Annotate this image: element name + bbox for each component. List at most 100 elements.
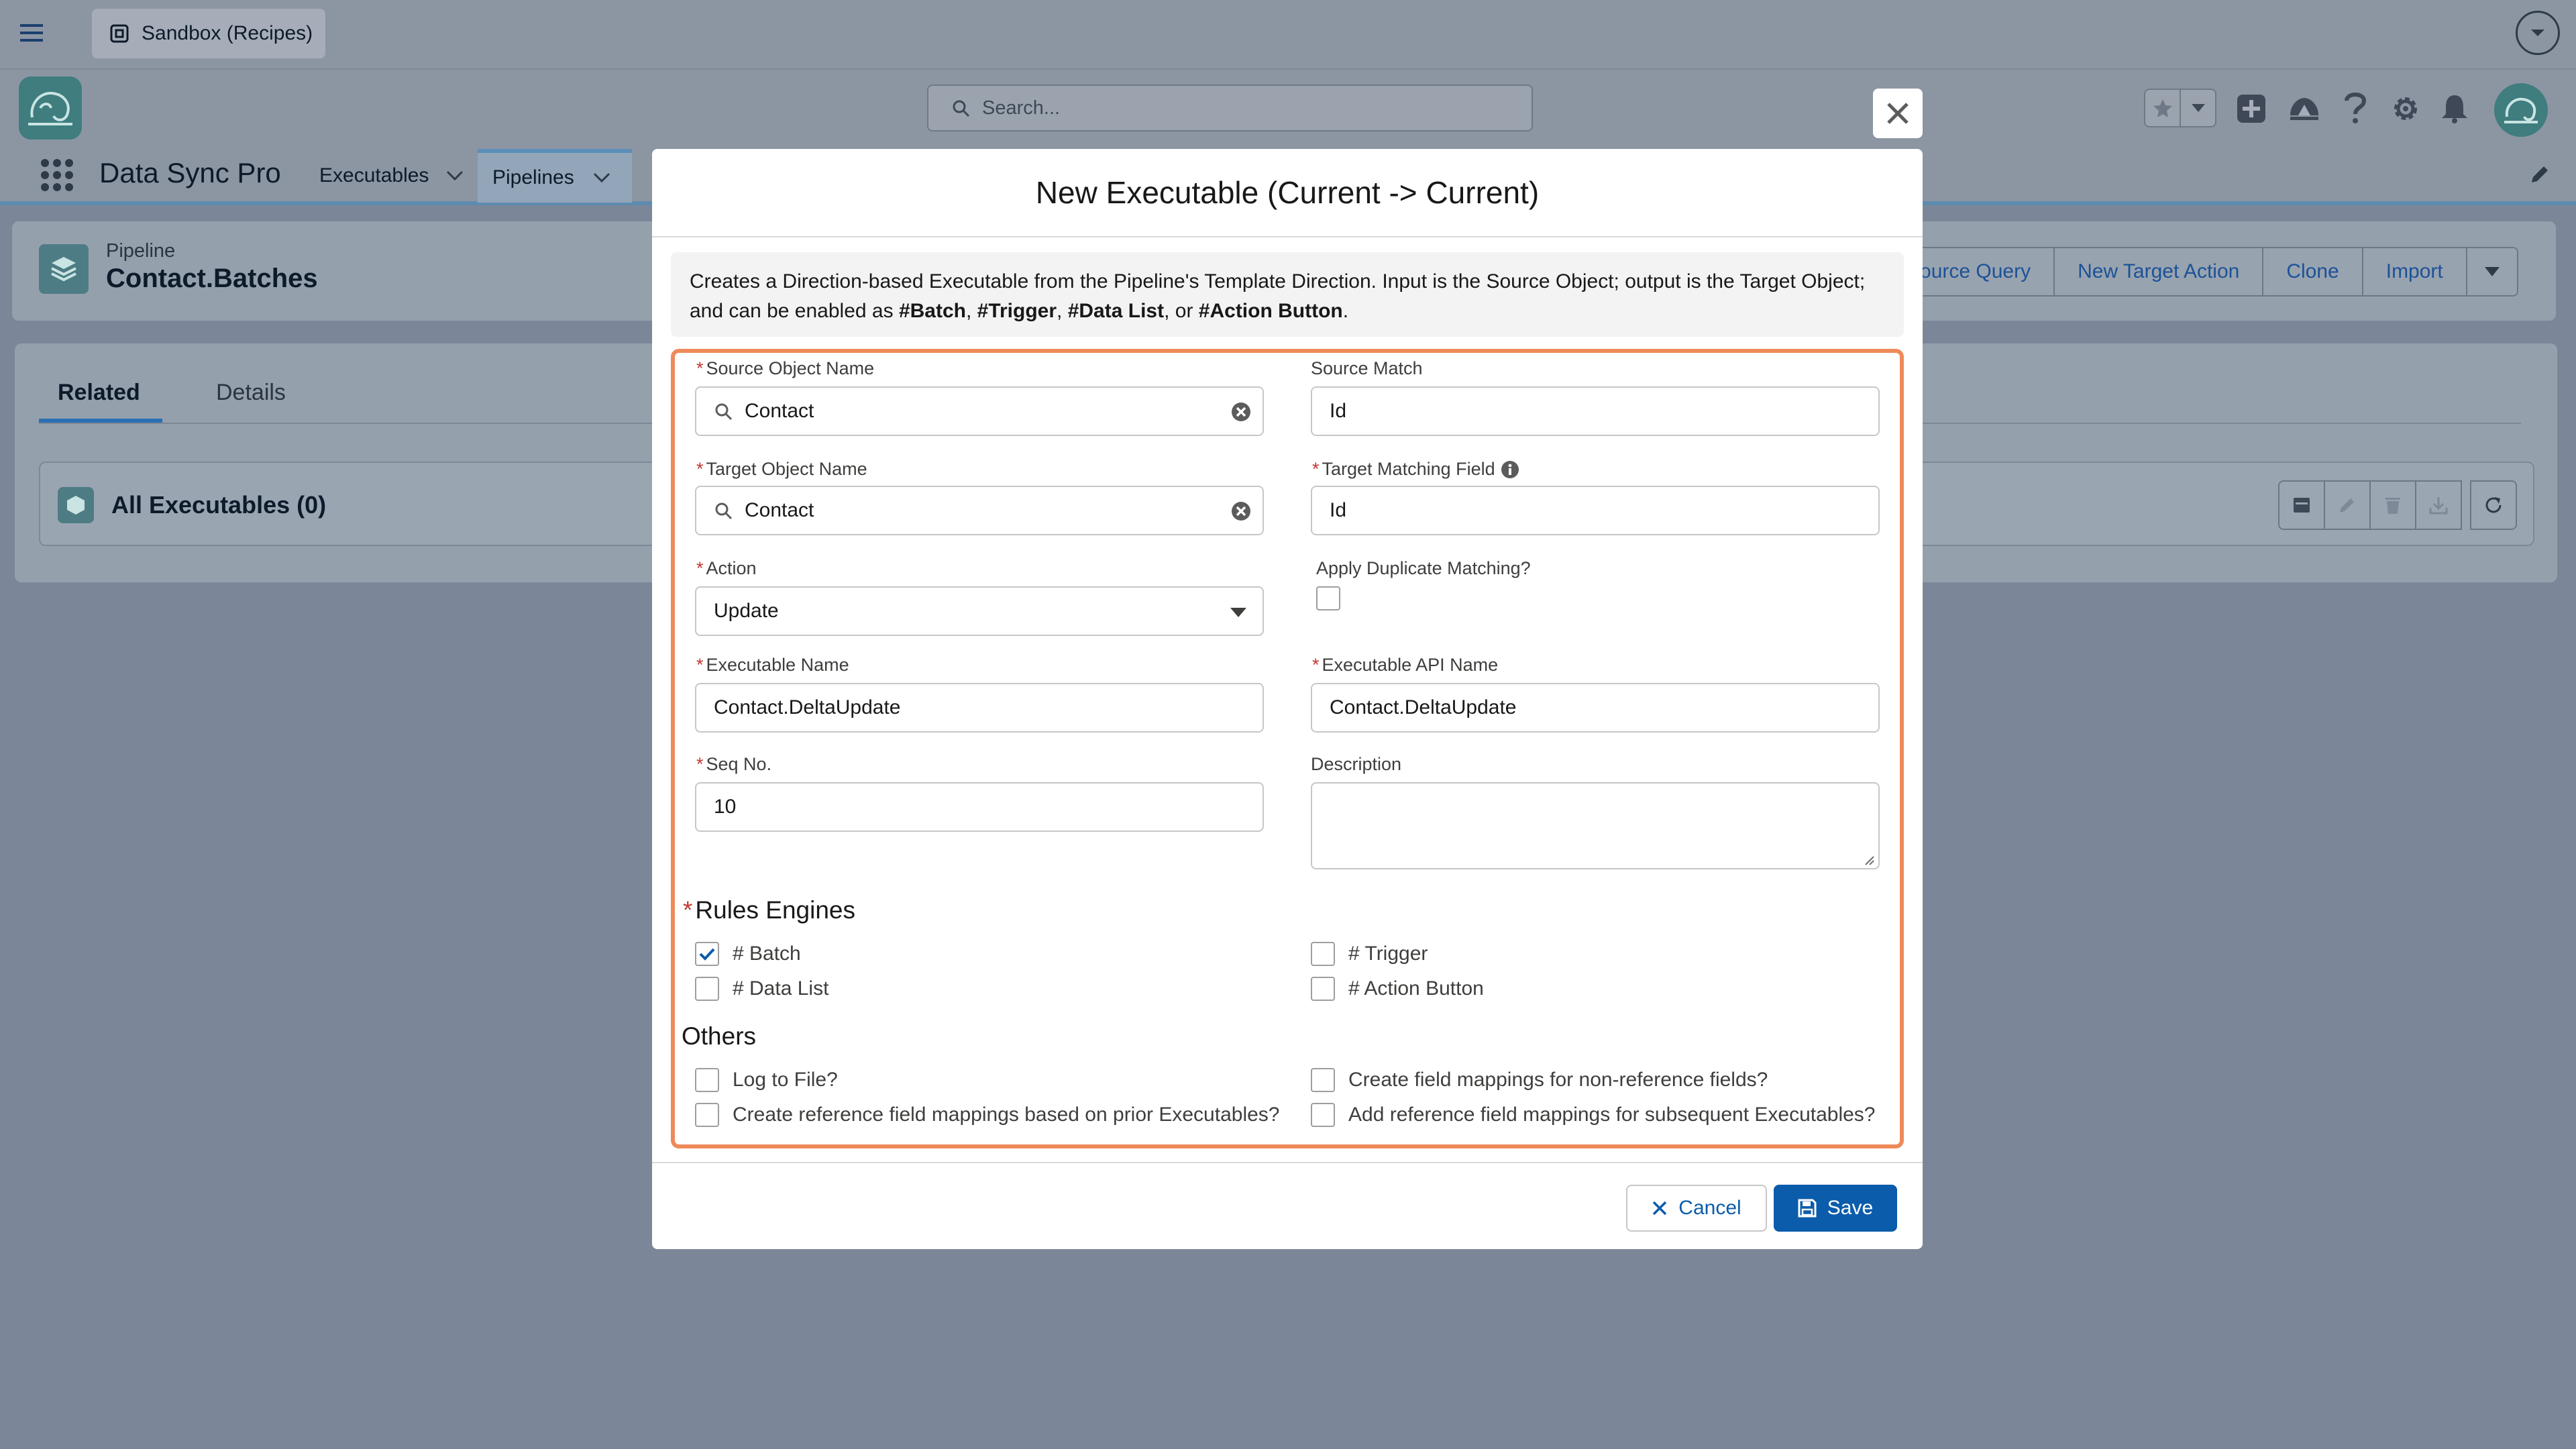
download-icon[interactable] — [2415, 480, 2462, 530]
source-match-input[interactable]: Id — [1311, 386, 1880, 436]
more-actions-button[interactable] — [2465, 247, 2518, 297]
source-object-name-value: Contact — [745, 400, 814, 422]
star-icon[interactable] — [2145, 90, 2181, 126]
bell-icon[interactable] — [2440, 93, 2469, 123]
favorites-control[interactable] — [2144, 89, 2216, 127]
trigger-checkbox[interactable] — [1311, 942, 1335, 966]
description-textarea[interactable] — [1311, 782, 1880, 869]
batch-checkbox[interactable] — [695, 942, 719, 966]
seq-no-label: * Seq No. — [696, 754, 772, 774]
chevron-down-icon — [2484, 267, 2500, 276]
modal-title: New Executable (Current -> Current) — [652, 149, 1923, 237]
new-target-action-button[interactable]: New Target Action — [2053, 247, 2264, 297]
log-to-file-option[interactable]: Log to File? — [695, 1068, 838, 1092]
sandbox-label: Sandbox (Recipes) — [142, 22, 313, 44]
tab-label: Executables — [319, 164, 429, 186]
sandbox-indicator[interactable]: Sandbox (Recipes) — [92, 9, 325, 58]
action-select[interactable]: Update — [695, 586, 1264, 636]
tab-executables[interactable]: Executables — [305, 149, 478, 203]
app-launcher-icon[interactable] — [40, 158, 74, 192]
rules-engine-batch[interactable]: # Batch — [695, 942, 801, 966]
tab-pipelines[interactable]: Pipelines — [478, 149, 632, 203]
target-object-name-lookup[interactable]: Contact — [695, 486, 1264, 535]
edit-icon[interactable] — [2324, 480, 2371, 530]
gear-icon[interactable] — [2391, 94, 2420, 123]
clear-icon[interactable] — [1230, 401, 1252, 423]
rules-engines-heading: * Rules Engines — [683, 896, 855, 924]
edit-nav-icon[interactable] — [2529, 164, 2551, 185]
related-list-title[interactable]: All Executables (0) — [111, 491, 326, 519]
others-heading: Others — [682, 1022, 757, 1050]
source-match-label: Source Match — [1311, 358, 1423, 378]
close-modal-button[interactable] — [1873, 89, 1923, 138]
modal-footer-divider — [652, 1162, 1923, 1163]
cancel-button[interactable]: Cancel — [1626, 1185, 1767, 1232]
global-search-input[interactable]: Search... — [927, 85, 1533, 131]
executable-name-input[interactable]: Contact.DeltaUpdate — [695, 683, 1264, 733]
data-list-checkbox[interactable] — [695, 977, 719, 1001]
global-actions-icon[interactable] — [2237, 94, 2266, 123]
subsequent-reference-mappings-checkbox[interactable] — [1311, 1103, 1335, 1127]
target-matching-field-input[interactable]: Id — [1311, 486, 1880, 535]
tab-details[interactable]: Details — [216, 380, 286, 406]
global-header — [0, 0, 2576, 70]
executable-api-name-input[interactable]: Contact.DeltaUpdate — [1311, 683, 1880, 733]
target-object-name-value: Contact — [745, 499, 814, 521]
non-reference-mappings-checkbox[interactable] — [1311, 1068, 1335, 1092]
rules-engine-action-button[interactable]: # Action Button — [1311, 977, 1484, 1001]
save-icon — [1798, 1199, 1817, 1218]
import-button[interactable]: Import — [2361, 247, 2467, 297]
app-logo-icon — [19, 76, 82, 140]
info-description: Creates a Direction-based Executable fro… — [671, 252, 1904, 337]
executable-name-label: * Executable Name — [696, 655, 849, 675]
description-label: Description — [1311, 754, 1402, 774]
layers-icon — [39, 244, 89, 294]
delete-icon[interactable] — [2369, 480, 2416, 530]
tag-data-list: #Data List — [1067, 300, 1165, 322]
rules-engine-trigger[interactable]: # Trigger — [1311, 942, 1428, 966]
hamburger-menu-icon[interactable] — [20, 23, 43, 43]
target-matching-field-label: * Target Matching Field — [1312, 459, 1519, 480]
search-icon — [714, 402, 733, 421]
log-to-file-checkbox[interactable] — [695, 1068, 719, 1092]
avatar[interactable] — [2494, 83, 2548, 137]
clear-icon[interactable] — [1230, 500, 1252, 522]
record-actions: Source Query New Target Action Clone Imp… — [1882, 247, 2518, 297]
subsequent-reference-mappings-option[interactable]: Add reference field mappings for subsequ… — [1311, 1103, 1876, 1127]
help-icon[interactable] — [2344, 91, 2367, 125]
hexagon-icon — [58, 487, 94, 523]
resize-handle-icon[interactable] — [1862, 853, 1874, 865]
trailhead-icon[interactable] — [2289, 95, 2320, 122]
clone-button[interactable]: Clone — [2262, 247, 2363, 297]
favorites-dropdown-icon[interactable] — [2181, 90, 2215, 126]
save-button[interactable]: Save — [1774, 1185, 1897, 1232]
close-icon — [1887, 103, 1909, 124]
apply-duplicate-matching-checkbox[interactable] — [1316, 586, 1340, 610]
search-placeholder: Search... — [982, 97, 1061, 119]
related-list-toolbar — [2278, 480, 2517, 530]
search-icon — [714, 501, 733, 520]
tab-related[interactable]: Related — [58, 380, 140, 406]
chevron-down-icon[interactable] — [593, 172, 610, 183]
action-button-checkbox[interactable] — [1311, 977, 1335, 1001]
non-reference-mappings-option[interactable]: Create field mappings for non-reference … — [1311, 1068, 1768, 1092]
rules-engine-data-list[interactable]: # Data List — [695, 977, 828, 1001]
seq-no-input[interactable]: 10 — [695, 782, 1264, 832]
chevron-down-icon[interactable] — [2516, 11, 2560, 55]
close-icon — [1653, 1201, 1667, 1216]
prior-reference-mappings-checkbox[interactable] — [695, 1103, 719, 1127]
info-icon[interactable] — [1501, 460, 1519, 479]
refresh-icon[interactable] — [2470, 480, 2517, 530]
record-title: Contact.Batches — [106, 264, 318, 293]
executable-api-name-label: * Executable API Name — [1312, 655, 1499, 675]
chevron-down-icon[interactable] — [446, 170, 464, 181]
source-object-name-label: * Source Object Name — [696, 358, 875, 378]
app-name: Data Sync Pro — [99, 157, 281, 189]
table-view-icon[interactable] — [2278, 480, 2325, 530]
action-label: * Action — [696, 558, 757, 578]
sandbox-icon — [109, 23, 129, 44]
prior-reference-mappings-option[interactable]: Create reference field mappings based on… — [695, 1103, 1279, 1127]
target-object-name-label: * Target Object Name — [696, 459, 867, 479]
source-object-name-lookup[interactable]: Contact — [695, 386, 1264, 436]
chevron-down-icon — [1230, 608, 1246, 617]
